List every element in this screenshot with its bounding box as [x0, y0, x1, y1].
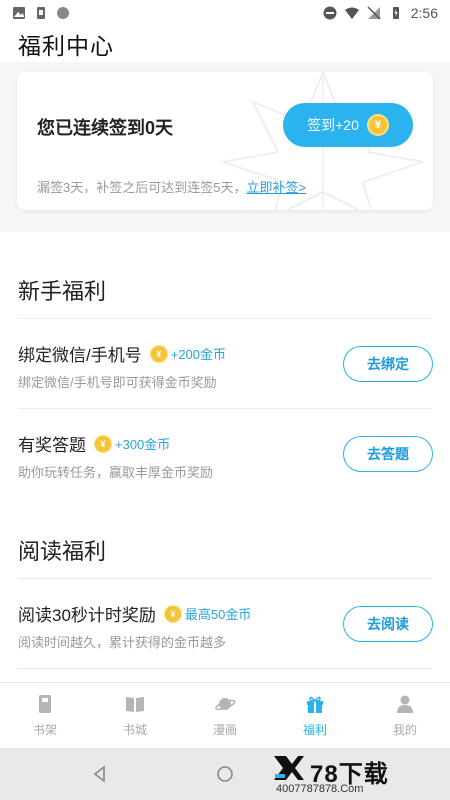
task-item-bind: 绑定微信/手机号 ¥ +200金币 绑定微信/手机号即可获得金币奖励 去绑定: [0, 320, 450, 408]
task-name-row: 有奖答题 ¥ +300金币: [18, 431, 170, 456]
task-item-quiz: 有奖答题 ¥ +300金币 助你玩转任务，赢取丰厚金币奖励 去答题: [0, 410, 450, 498]
task-name: 绑定微信/手机号: [18, 346, 142, 365]
divider: [18, 668, 432, 669]
tab-welfare[interactable]: 福利: [270, 683, 360, 748]
page-title: 福利中心: [18, 33, 114, 59]
circle-icon: [57, 7, 69, 19]
task-description: 绑定微信/手机号即可获得金币奖励: [18, 375, 217, 390]
coin-icon: ¥: [366, 114, 389, 136]
battery-icon: [392, 7, 399, 19]
section-title-newbie: 新手福利: [18, 279, 107, 304]
answer-quiz-button[interactable]: 去答题: [343, 436, 433, 472]
tab-label: 书架: [32, 723, 57, 737]
do-not-disturb-icon: [323, 6, 337, 20]
section-title-reading: 阅读福利: [18, 539, 107, 564]
makeup-checkin-link[interactable]: 立即补签>: [246, 180, 306, 195]
home-icon[interactable]: [215, 764, 235, 784]
no-signal-icon: [367, 6, 381, 20]
checkin-button[interactable]: 签到+20 ¥: [283, 103, 413, 147]
bookshelf-icon: [39, 695, 51, 713]
go-read-button[interactable]: 去阅读: [343, 606, 433, 642]
book-open-icon: [126, 697, 144, 712]
planet-icon: [215, 698, 236, 711]
coin-icon: ¥: [94, 434, 112, 453]
tab-label: 书城: [122, 723, 147, 737]
divider: [18, 318, 432, 319]
checkin-button-label: 签到+20: [307, 117, 359, 133]
checkin-streak-title: 您已连续签到0天: [37, 118, 174, 138]
page-header: 福利中心: [0, 24, 450, 64]
status-left: [12, 6, 70, 20]
bind-account-button[interactable]: 去绑定: [343, 346, 433, 382]
task-name-row: 绑定微信/手机号 ¥ +200金币: [18, 341, 226, 366]
coin-icon: ¥: [163, 604, 182, 623]
task-reward: ¥ 最高50金币: [163, 604, 252, 623]
checkin-note-text: 漏签3天，补签之后可达到连签5天，: [37, 180, 247, 195]
tab-comics[interactable]: 漫画: [180, 683, 270, 748]
bottom-tab-bar: 书架 书城 漫画 福利 我的: [0, 682, 450, 748]
tab-label: 漫画: [212, 723, 237, 737]
task-reward: ¥ +300金币: [94, 434, 170, 453]
wifi-icon: [344, 7, 359, 19]
tab-bookshelf[interactable]: 书架: [0, 683, 90, 748]
task-name: 阅读30秒计时奖励: [18, 606, 156, 625]
task-description: 助你玩转任务，赢取丰厚金币奖励: [18, 465, 214, 480]
image-icon: [13, 7, 25, 19]
task-item-reading: 阅读30秒计时奖励 ¥ 最高50金币 阅读时间越久，累计获得的金币越多 去阅读: [0, 580, 450, 668]
tab-profile[interactable]: 我的: [360, 683, 450, 748]
task-reward-text: 最高50金币: [184, 607, 252, 622]
task-name-row: 阅读30秒计时奖励 ¥ 最高50金币: [18, 601, 251, 626]
tab-bookstore[interactable]: 书城: [90, 683, 180, 748]
status-right: 2:56: [323, 5, 438, 21]
watermark: 78下载 4007787878.Com: [272, 752, 442, 798]
task-name: 有奖答题: [18, 436, 86, 455]
watermark-logo-icon: [274, 756, 304, 780]
tab-label: 我的: [392, 723, 417, 737]
watermark-url: 4007787878.Com: [276, 783, 364, 795]
coin-icon: ¥: [149, 344, 168, 363]
status-bar: 2:56: [0, 0, 450, 26]
status-time: 2:56: [410, 5, 438, 21]
tab-label: 福利: [302, 723, 327, 737]
sim-card-icon: [37, 7, 45, 19]
divider: [18, 408, 432, 409]
divider: [18, 578, 432, 579]
gift-icon: [307, 696, 323, 713]
back-icon[interactable]: [90, 764, 110, 784]
checkin-note: 漏签3天，补签之后可达到连签5天，立即补签>: [37, 177, 306, 196]
task-reward-text: +200金币: [170, 347, 227, 362]
task-description: 阅读时间越久，累计获得的金币越多: [18, 635, 227, 650]
task-reward-text: +300金币: [115, 437, 171, 452]
task-reward: ¥ +200金币: [149, 344, 227, 363]
person-icon: [397, 695, 413, 713]
checkin-card: 您已连续签到0天 签到+20 ¥ 漏签3天，补签之后可达到连签5天，立即补签>: [17, 72, 433, 210]
